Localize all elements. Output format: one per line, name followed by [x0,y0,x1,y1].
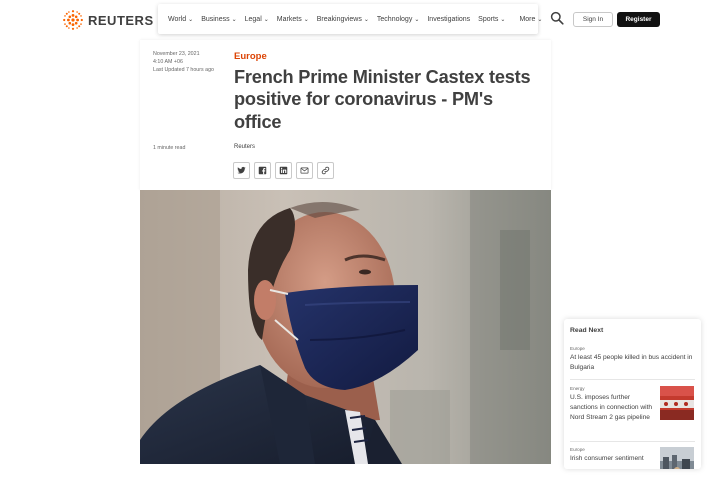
last-updated: Last Updated 7 hours ago [153,67,214,73]
sign-in-button[interactable]: Sign In [573,12,613,27]
nav-label: Sports [478,15,499,23]
publish-time: 4:10 AM +06 [153,59,183,65]
nav-label: Legal [244,15,262,23]
page: REUTERS World ⌄ Business ⌄ Legal ⌄ Markets ⌄… [0,0,720,480]
nav-item-business[interactable]: Business ⌄ [201,16,236,23]
chevron-down-icon: ⌄ [537,16,543,23]
chevron-down-icon: ⌄ [303,16,309,23]
nav-item-investigations[interactable]: Investigations [427,16,470,23]
read-next-item[interactable]: Europe At least 45 people killed in bus … [570,346,695,373]
nav-label: More [519,15,536,23]
read-next-item[interactable]: Europe Irish consumer sentiment [570,447,658,464]
divider [570,441,695,442]
share-twitter-button[interactable] [233,162,250,179]
nav-label: Breakingviews [316,15,362,23]
read-next-item[interactable]: Energy U.S. imposes further sanctions in… [570,386,658,423]
divider [570,379,695,380]
copy-link-button[interactable] [317,162,334,179]
read-next-thumbnail[interactable] [660,386,694,420]
read-next-panel: Read Next Europe At least 45 people kill… [564,319,701,469]
pipeline-thumbnail-image [660,386,694,420]
nav-label: Technology [376,15,413,23]
site-header: REUTERS World ⌄ Business ⌄ Legal ⌄ Markets ⌄… [0,0,720,38]
search-icon[interactable] [550,11,564,25]
nav-item-technology[interactable]: Technology ⌄ [377,16,419,23]
reuters-logo-icon [63,10,83,30]
nav-item-world[interactable]: World ⌄ [168,16,193,23]
share-bar [233,162,338,179]
chevron-down-icon: ⌄ [500,16,506,23]
reuters-logo[interactable]: REUTERS [62,9,154,31]
nav-label: Markets [276,15,302,23]
nav-label: Business [201,15,230,23]
read-next-category: Energy [570,386,585,391]
nav-item-sports[interactable]: Sports ⌄ [478,16,505,23]
chevron-down-icon: ⌄ [263,16,269,23]
read-next-headline: At least 45 people killed in bus acciden… [570,354,693,371]
article-meta: November 23, 2021 4:10 AM +06 Last Updat… [153,50,214,74]
read-time: 1 minute read [153,145,186,151]
chevron-down-icon: ⌄ [363,16,369,23]
linkedin-icon [279,166,288,175]
article-category-link[interactable]: Europe [234,51,267,62]
register-button[interactable]: Register [617,12,660,27]
nav-item-markets[interactable]: Markets ⌄ [277,16,309,23]
read-next-thumbnail[interactable] [660,447,694,469]
chevron-down-icon: ⌄ [414,16,420,23]
nav-label: World [168,15,187,23]
photo-illustration [140,190,551,464]
facebook-icon [258,166,267,175]
nav-label: Investigations [427,15,471,23]
nav-item-breakingviews[interactable]: Breakingviews ⌄ [317,16,369,23]
article-byline[interactable]: Reuters [234,144,255,150]
share-facebook-button[interactable] [254,162,271,179]
read-next-category: Europe [570,346,585,351]
logo-text: REUTERS [88,12,154,28]
nav-item-legal[interactable]: Legal ⌄ [245,16,269,23]
read-next-headline: U.S. imposes further sanctions in connec… [570,394,653,421]
link-icon [321,166,330,175]
share-linkedin-button[interactable] [275,162,292,179]
article-hero-image [140,190,551,464]
article-headline: French Prime Minister Castex tests posit… [234,67,531,132]
chevron-down-icon: ⌄ [231,16,237,23]
main-nav: World ⌄ Business ⌄ Legal ⌄ Markets ⌄ Breakin… [158,4,542,34]
read-next-headline: Irish consumer sentiment [570,455,644,462]
publish-date: November 23, 2021 [153,51,200,57]
twitter-icon [237,166,246,174]
read-next-category: Europe [570,447,585,452]
read-next-title: Read Next [570,327,604,334]
article-header: November 23, 2021 4:10 AM +06 Last Updat… [140,40,551,190]
street-thumbnail-image [660,447,694,469]
chevron-down-icon: ⌄ [188,16,194,23]
nav-item-more[interactable]: More ⌄ [519,16,542,23]
share-email-button[interactable] [296,162,313,179]
email-icon [300,167,309,174]
